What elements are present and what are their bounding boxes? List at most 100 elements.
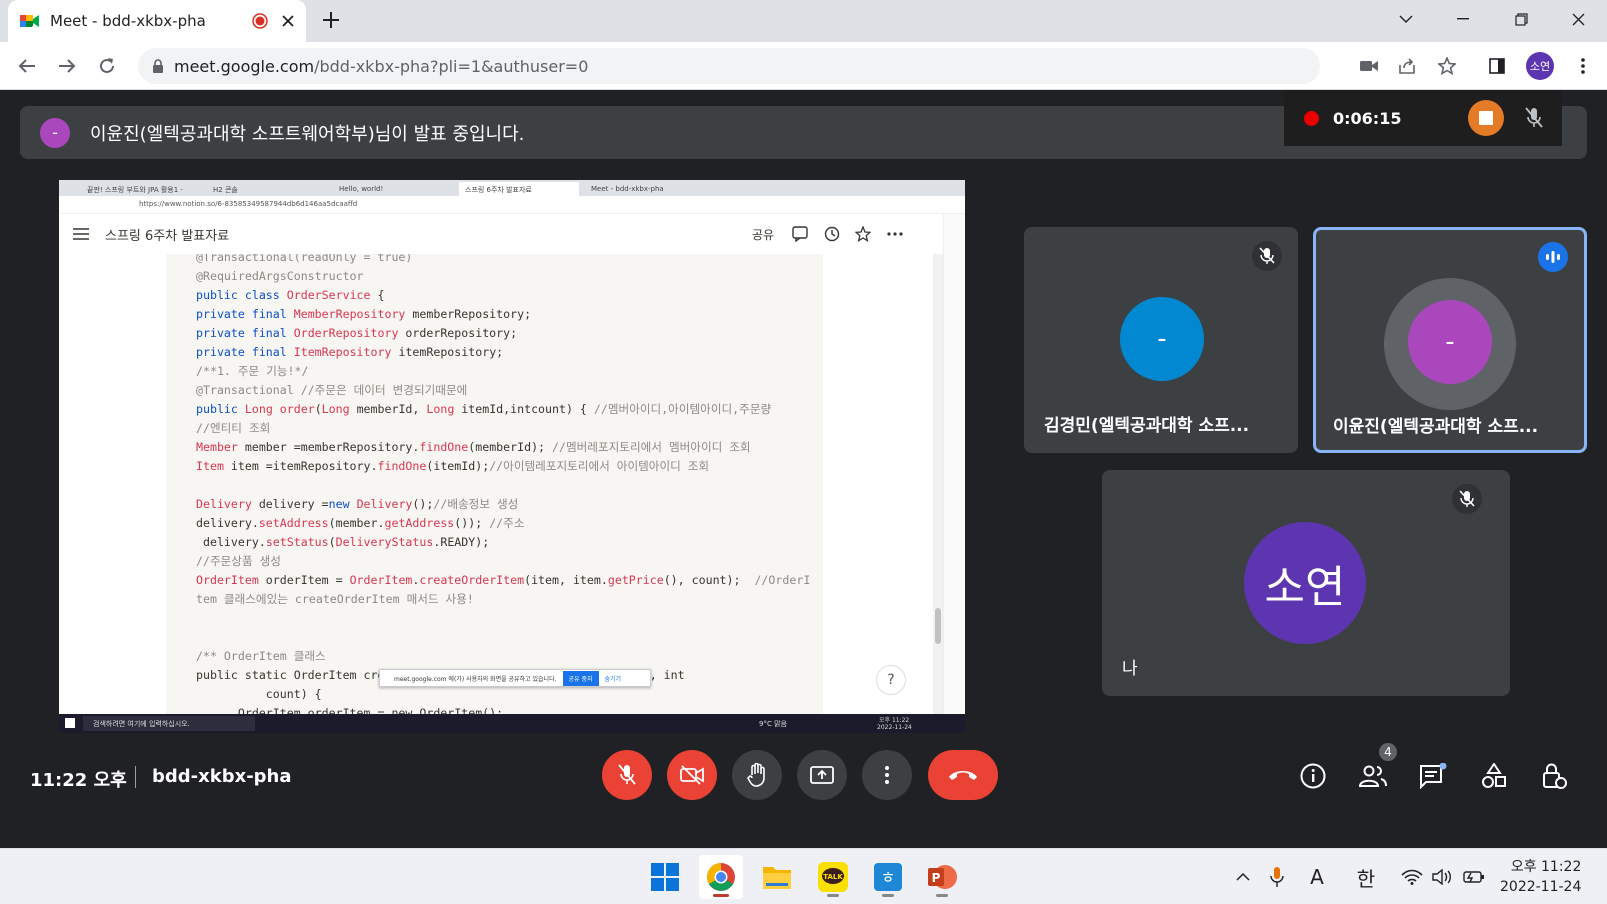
stop-recording-button[interactable] [1468, 100, 1504, 136]
activities-icon[interactable] [1476, 758, 1512, 794]
restore-button[interactable] [1498, 0, 1544, 38]
history-clock-icon [824, 226, 840, 242]
minimize-button[interactable] [1440, 0, 1486, 38]
svg-text:TALK: TALK [823, 873, 843, 881]
recording-panel: 0:06:15 [1284, 90, 1562, 146]
raise-hand-button[interactable] [732, 750, 782, 800]
notion-scrollbar-thumb [935, 608, 941, 644]
ime-mode-a[interactable]: A [1306, 863, 1328, 891]
notion-scrollbar [933, 254, 943, 714]
shared-tab-active: 스프링 6주차 발표자료 [459, 182, 579, 196]
present-screen-button[interactable] [797, 750, 847, 800]
notice-text: meet.google.com 에(가) 사용자의 화면을 공유하고 있습니다. [394, 675, 557, 683]
shared-taskbar-search: 검색하려면 여기에 입력하십시오. [83, 716, 255, 731]
people-count-badge: 4 [1377, 741, 1399, 763]
address-bar[interactable]: meet.google.com/bdd-xkbx-pha?pli=1&authu… [138, 48, 1320, 84]
profile-avatar[interactable]: 소연 [1526, 52, 1554, 80]
stop-icon [1479, 111, 1493, 125]
shared-tab: H2 콘솔 [213, 186, 238, 194]
participant-name: 김경민(엘텍공과대학 소프... [1044, 416, 1250, 436]
new-tab-button[interactable] [322, 11, 340, 29]
system-clock[interactable]: 오후 11:22 2022-11-24 [1500, 857, 1581, 897]
powerpoint-icon[interactable]: P [920, 855, 964, 899]
notion-page-title: 스프링 6주차 발표자료 [105, 228, 230, 244]
notion-share-label: 공유 [752, 228, 775, 242]
chrome-menu-kebab-icon[interactable] [1566, 49, 1600, 83]
chrome-app-icon[interactable] [699, 855, 743, 899]
presenting-message: 이윤진(엘텍공과대학 소프트웨어학부)님이 발표 중입니다. [90, 123, 525, 145]
favorite-star-icon [855, 226, 871, 242]
volume-icon[interactable] [1430, 863, 1454, 891]
file-explorer-icon[interactable] [755, 855, 799, 899]
shared-taskbar-weather: 9°C 맑음 [759, 720, 787, 728]
share-icon[interactable] [1390, 49, 1424, 83]
more-dots-icon [887, 232, 903, 236]
shared-tab: Hello, world! [339, 185, 384, 193]
notion-help-button: ? [876, 665, 906, 695]
side-panel-icon[interactable] [1480, 49, 1514, 83]
meeting-code: bdd-xkbx-pha [152, 766, 292, 787]
reload-icon[interactable] [90, 49, 124, 83]
camera-off-icon [680, 765, 704, 785]
url-text: meet.google.com/bdd-xkbx-pha?pli=1&authu… [174, 56, 589, 76]
close-window-button[interactable] [1555, 0, 1601, 38]
recording-mic-off-icon[interactable] [1516, 100, 1552, 136]
speaking-indicator-icon [1538, 242, 1568, 272]
wifi-icon[interactable] [1400, 863, 1424, 891]
forward-arrow-icon[interactable] [50, 49, 84, 83]
shared-tab: Meet - bdd-xkbx-pha [591, 185, 664, 193]
self-tile[interactable]: 소연 나 [1102, 470, 1510, 696]
chat-icon[interactable] [1415, 758, 1451, 794]
leave-call-button[interactable] [928, 750, 998, 800]
present-icon [810, 766, 834, 784]
tab-search-chevron-down-icon[interactable] [1383, 0, 1429, 38]
self-name: 나 [1122, 659, 1138, 679]
mic-off-icon [1452, 484, 1482, 514]
google-meet-favicon-icon [20, 13, 40, 29]
tray-microphone-icon[interactable] [1266, 863, 1288, 891]
lock-icon [152, 58, 164, 74]
participant-name: 이윤진(엘텍공과대학 소프... [1333, 417, 1539, 437]
more-vert-icon [885, 766, 889, 784]
kakaotalk-icon[interactable]: TALK [811, 855, 855, 899]
mic-off-icon [1252, 241, 1282, 271]
svg-text:ㅎ: ㅎ [881, 868, 896, 887]
camera-in-use-icon[interactable] [1352, 49, 1386, 83]
shared-taskbar-time: 오후 11:22 [879, 717, 910, 724]
recording-timer: 0:06:15 [1333, 108, 1402, 128]
presenter-avatar: - [40, 117, 70, 148]
participant-tile-speaking[interactable]: - 이윤진(엘텍공과대학 소프... [1313, 227, 1587, 453]
recording-dot-icon [1304, 110, 1319, 126]
more-options-button[interactable] [862, 750, 912, 800]
battery-icon[interactable] [1462, 863, 1486, 891]
shared-start-icon [65, 718, 75, 728]
tab-title: Meet - bdd-xkbx-pha [50, 12, 206, 30]
bookmark-star-icon[interactable] [1430, 49, 1464, 83]
back-arrow-icon[interactable] [10, 49, 44, 83]
shared-screen: 끝판! 스프링 부트와 JPA 활용1 - H2 콘솔 Hello, world… [59, 180, 965, 733]
shared-side-toolbar [943, 214, 965, 714]
host-controls-lock-icon[interactable] [1537, 758, 1573, 794]
meeting-details-info-icon[interactable] [1295, 758, 1331, 794]
windows-taskbar: TALK ㅎ P A 한 오후 11:22 2022-11-24 [0, 848, 1607, 904]
notice-hide: 숨기기 [604, 675, 622, 683]
meeting-time: 11:22 오후 [30, 770, 127, 791]
hand-icon [747, 763, 765, 787]
shared-windows-taskbar: 검색하려면 여기에 입력하십시오. 9°C 맑음 오후 11:22 2022-1… [59, 714, 965, 733]
tray-chevron-up-icon[interactable] [1232, 863, 1254, 891]
shared-taskbar-date: 2022-11-24 [877, 724, 912, 731]
ime-mode-han[interactable]: 한 [1354, 863, 1378, 891]
browser-tab-strip: Meet - bdd-xkbx-pha [0, 0, 1607, 42]
people-icon[interactable] [1355, 758, 1391, 794]
screen-share-notice: meet.google.com 에(가) 사용자의 화면을 공유하고 있습니다.… [379, 669, 651, 687]
browser-tab-meet[interactable]: Meet - bdd-xkbx-pha [8, 0, 306, 42]
windows-start-icon[interactable] [643, 855, 687, 899]
participant-avatar: - [1120, 297, 1204, 381]
mic-toggle-button[interactable] [602, 750, 652, 800]
camera-toggle-button[interactable] [667, 750, 717, 800]
comment-icon [792, 226, 808, 242]
tab-close-icon[interactable] [282, 15, 294, 27]
code-block: @Transactional(readOnly = true) @Require… [166, 254, 823, 714]
participant-tile[interactable]: - 김경민(엘텍공과대학 소프... [1024, 227, 1298, 453]
hangul-word-icon[interactable]: ㅎ [866, 855, 910, 899]
